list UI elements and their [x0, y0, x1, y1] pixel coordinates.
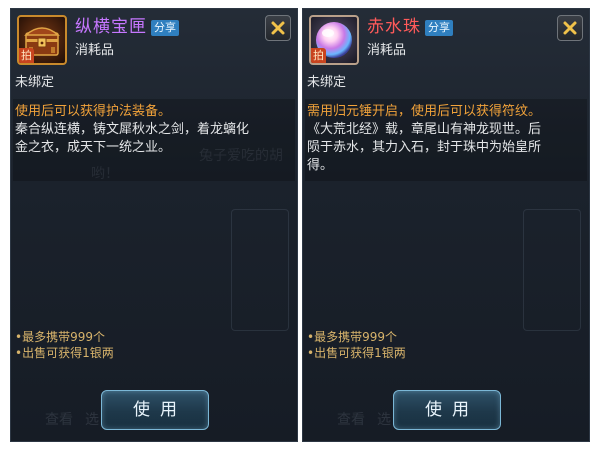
- item-name: 纵横宝匣: [75, 17, 147, 37]
- item-description: 《大荒北经》载，章尾山有神龙现世。后 陨于赤水，其力入石，封于珠中为始皇所 得。: [307, 121, 583, 175]
- item-notes: •最多携带999个 •出售可获得1银两: [15, 329, 114, 361]
- item-description: 秦合纵连横，铸文犀秋水之剑，着龙螭化 金之衣，成天下一统之业。: [15, 121, 291, 157]
- background-ghost-text: 查看: [45, 412, 73, 428]
- usage-hint: 使用后可以获得护法装备。: [15, 104, 172, 119]
- note-sell-price: •出售可获得1银两: [15, 346, 114, 360]
- treasure-chest-icon: 拍: [17, 15, 67, 65]
- item-tooltip-panel: 查看 选 拍 赤水珠 分享 消耗品 未绑定 需用归元锤开启，使用后可以获得符纹。…: [302, 8, 590, 442]
- note-max-carry: •最多携带999个: [15, 330, 105, 344]
- background-ghost-text: 查看: [337, 412, 365, 428]
- share-button[interactable]: 分享: [151, 20, 179, 36]
- close-icon: [271, 21, 285, 35]
- background-ghost-frame: [231, 209, 289, 331]
- close-button[interactable]: [557, 15, 583, 41]
- background-ghost-text: 选: [85, 412, 99, 428]
- description-line: 得。: [307, 158, 334, 173]
- auction-tag: 拍: [19, 48, 34, 63]
- bind-status: 未绑定: [307, 75, 347, 90]
- close-button[interactable]: [265, 15, 291, 41]
- item-name: 赤水珠: [367, 17, 421, 37]
- note-max-carry: •最多携带999个: [307, 330, 397, 344]
- use-button[interactable]: 使用: [393, 390, 501, 430]
- item-tooltip-panel: 兔子爱吃的胡 哟！ 查看 选 拍 纵横宝匣 分享 消耗品 未绑定 使用后可以获得…: [10, 8, 298, 442]
- description-line: 金之衣，成天下一统之业。: [15, 140, 172, 155]
- description-line: 陨于赤水，其力入石，封于珠中为始皇所: [307, 140, 542, 155]
- description-line: 秦合纵连横，铸文犀秋水之剑，着龙螭化: [15, 122, 250, 137]
- item-type: 消耗品: [367, 43, 407, 58]
- screenshot-stage: 兔子爱吃的胡 哟！ 查看 选 拍 纵横宝匣 分享 消耗品 未绑定 使用后可以获得…: [0, 0, 600, 450]
- pearl-orb-icon: 拍: [309, 15, 359, 65]
- auction-tag: 拍: [311, 48, 326, 63]
- description-line: 《大荒北经》载，章尾山有神龙现世。后: [307, 122, 542, 137]
- usage-hint: 需用归元锤开启，使用后可以获得符纹。: [307, 104, 542, 119]
- background-ghost-frame: [523, 209, 581, 331]
- share-button[interactable]: 分享: [425, 20, 453, 36]
- note-sell-price: •出售可获得1银两: [307, 346, 406, 360]
- use-button[interactable]: 使用: [101, 390, 209, 430]
- item-notes: •最多携带999个 •出售可获得1银两: [307, 329, 406, 361]
- item-type: 消耗品: [75, 43, 115, 58]
- background-ghost-text: 选: [377, 412, 391, 428]
- bind-status: 未绑定: [15, 75, 55, 90]
- close-icon: [563, 21, 577, 35]
